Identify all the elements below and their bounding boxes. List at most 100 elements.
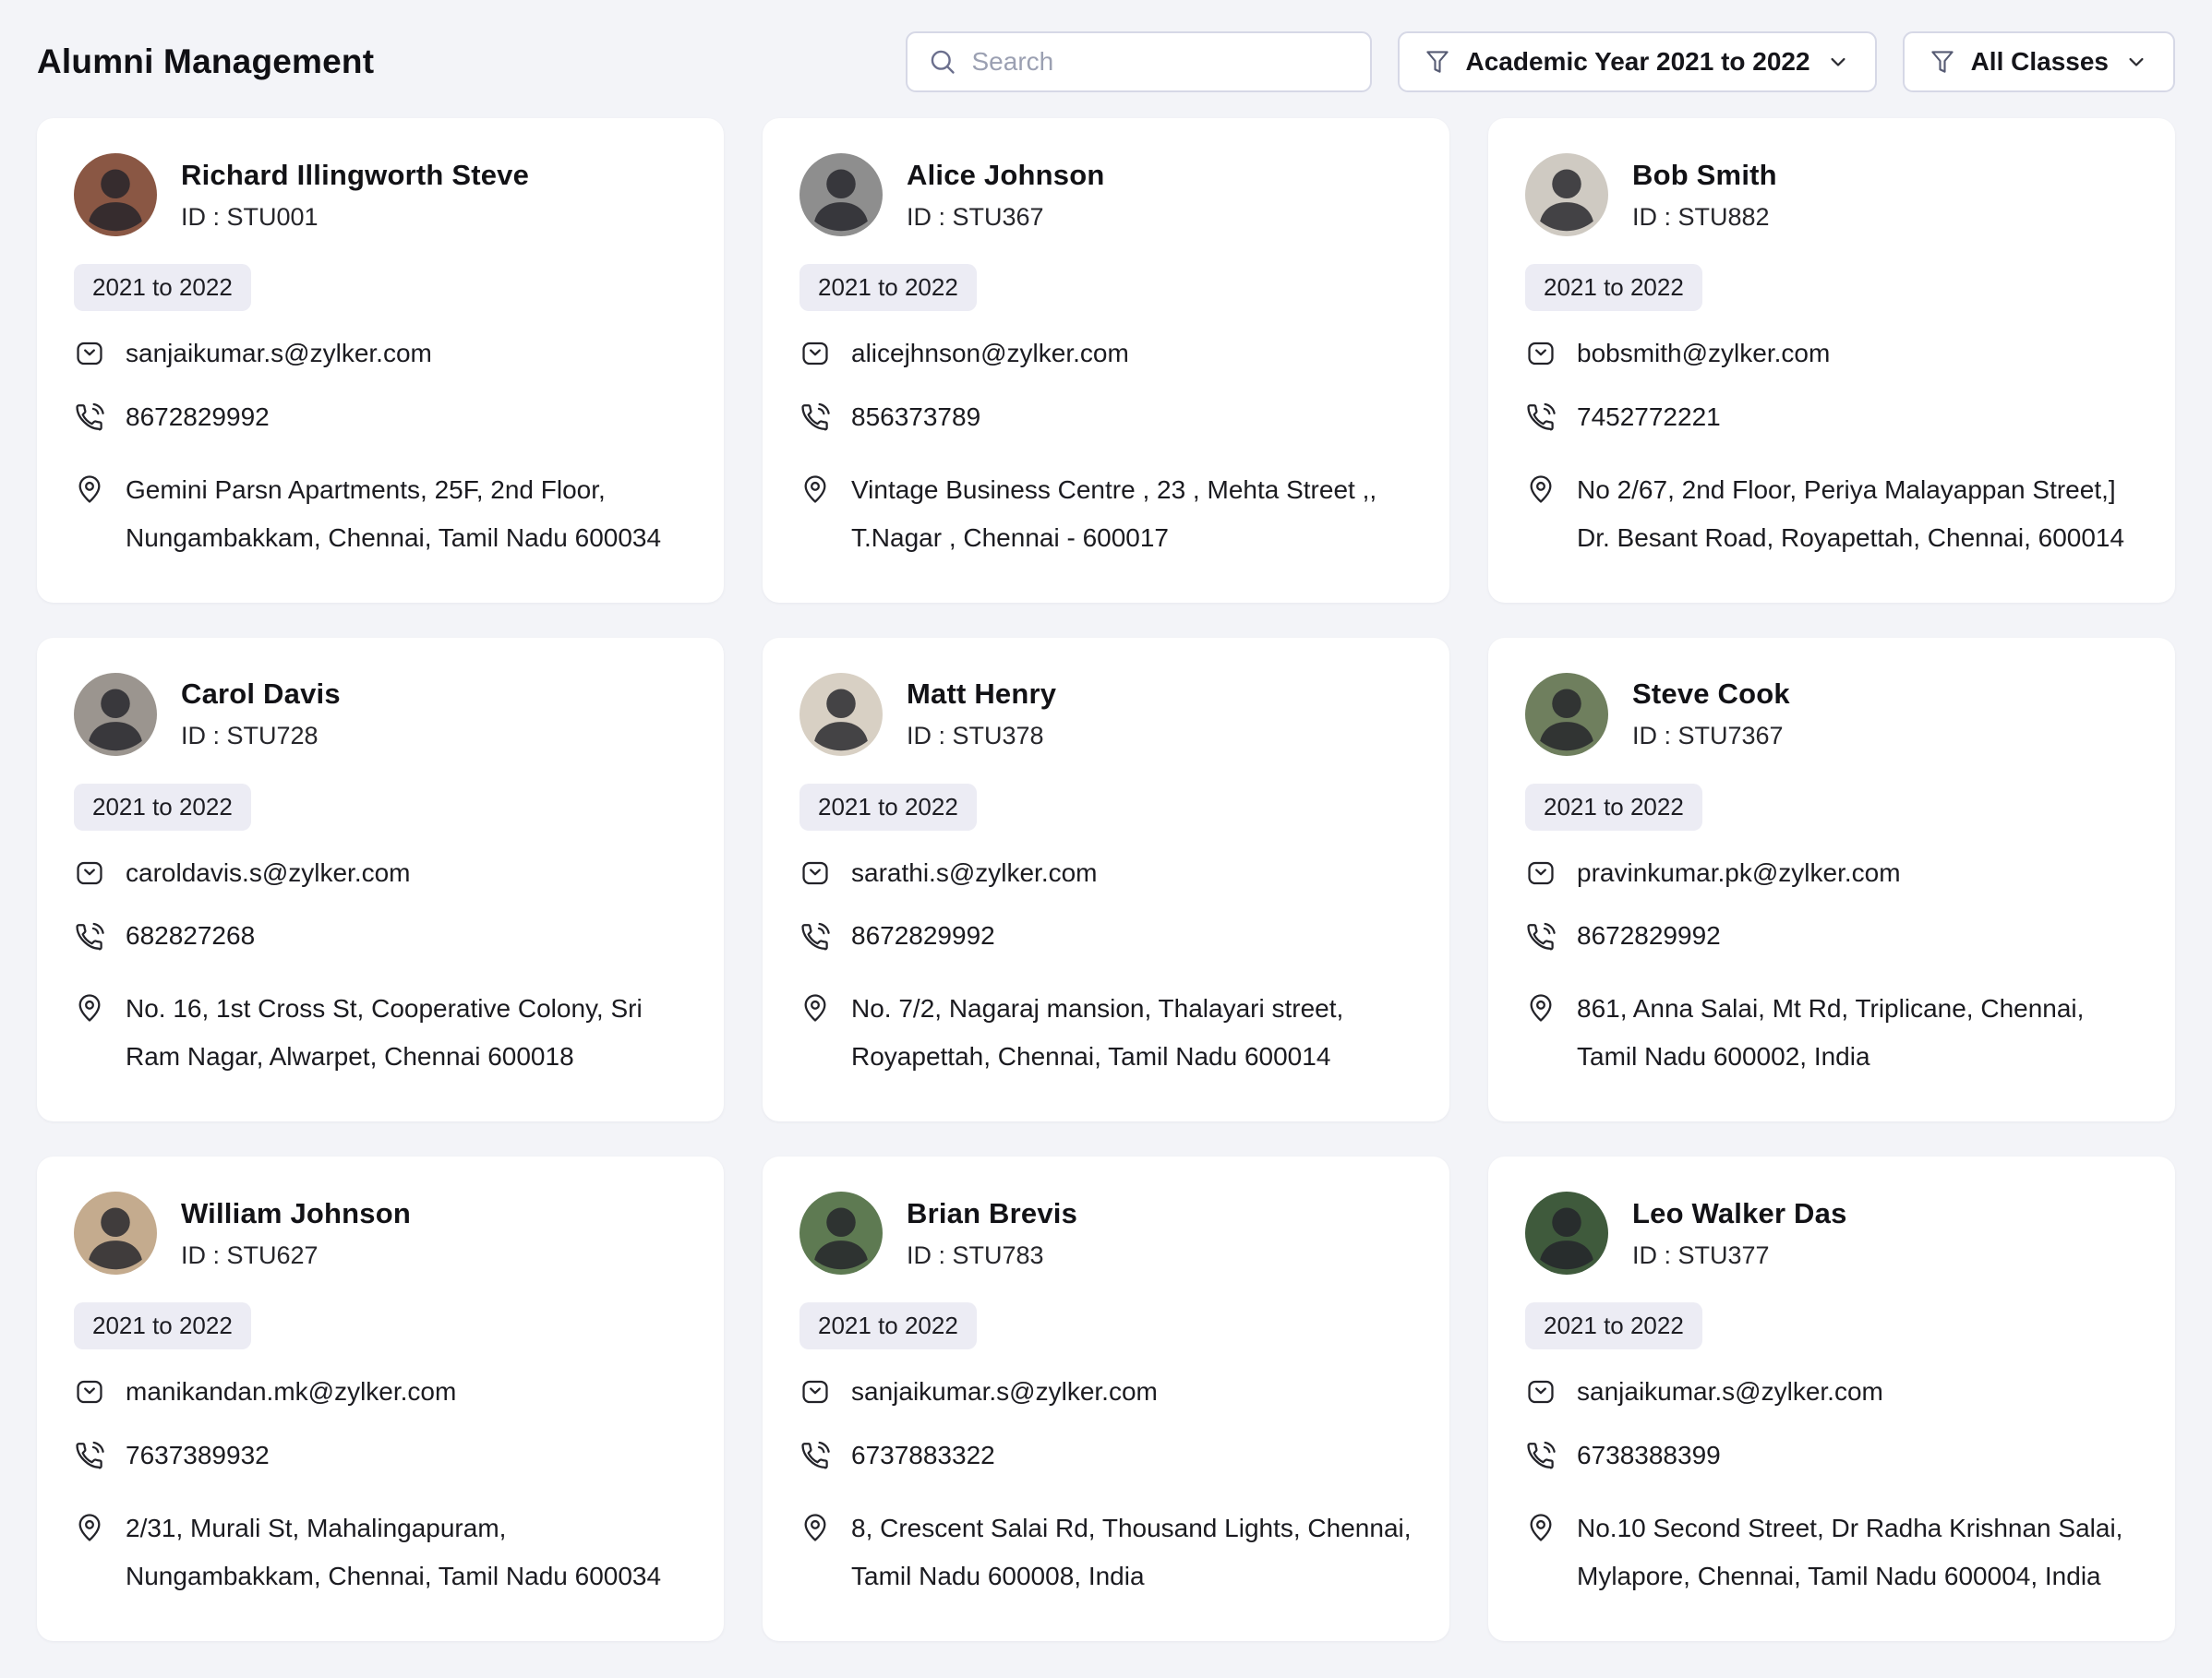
- email-text: caroldavis.s@zylker.com: [126, 857, 411, 891]
- mail-icon: [1525, 857, 1557, 889]
- person-silhouette-icon: [1525, 153, 1608, 236]
- year-badge: 2021 to 2022: [74, 264, 251, 311]
- page-header: Alumni Management Academic Year 2021 to …: [0, 0, 2212, 118]
- email-row: caroldavis.s@zylker.com: [74, 857, 687, 891]
- address-row: No.10 Second Street, Dr Radha Krishnan S…: [1525, 1504, 2138, 1600]
- phone-row: 682827268: [74, 919, 687, 953]
- phone-row: 8672829992: [1525, 919, 2138, 953]
- funnel-icon: [1929, 48, 1956, 76]
- card-head: Carol Davis ID : STU728: [74, 673, 687, 756]
- alumni-id: ID : STU001: [181, 203, 529, 232]
- alumni-name: Matt Henry: [907, 677, 1056, 711]
- address-row: No. 7/2, Nagaraj mansion, Thalayari stre…: [799, 985, 1413, 1081]
- head-text: Leo Walker Das ID : STU377: [1632, 1197, 1847, 1270]
- alumni-card[interactable]: Brian Brevis ID : STU783 2021 to 2022 sa…: [763, 1157, 1449, 1641]
- academic-year-filter[interactable]: Academic Year 2021 to 2022: [1398, 31, 1877, 92]
- email-row: manikandan.mk@zylker.com: [74, 1375, 687, 1409]
- alumni-card[interactable]: Steve Cook ID : STU7367 2021 to 2022 pra…: [1488, 638, 2175, 1122]
- address-row: Gemini Parsn Apartments, 25F, 2nd Floor,…: [74, 466, 687, 562]
- card-head: Steve Cook ID : STU7367: [1525, 673, 2138, 756]
- email-row: sarathi.s@zylker.com: [799, 857, 1413, 891]
- alumni-card[interactable]: Carol Davis ID : STU728 2021 to 2022 car…: [37, 638, 724, 1122]
- alumni-name: Brian Brevis: [907, 1197, 1077, 1230]
- phone-text: 8672829992: [126, 401, 270, 435]
- card-head: Alice Johnson ID : STU367: [799, 153, 1413, 236]
- address-text: No.10 Second Street, Dr Radha Krishnan S…: [1577, 1504, 2138, 1600]
- card-head: Brian Brevis ID : STU783: [799, 1192, 1413, 1275]
- email-text: sanjaikumar.s@zylker.com: [1577, 1375, 1883, 1409]
- location-pin-icon: [799, 992, 831, 1024]
- phone-row: 6738388399: [1525, 1439, 2138, 1473]
- classes-filter[interactable]: All Classes: [1903, 31, 2175, 92]
- year-badge: 2021 to 2022: [1525, 264, 1702, 311]
- card-head: Richard Illingworth Steve ID : STU001: [74, 153, 687, 236]
- email-row: sanjaikumar.s@zylker.com: [1525, 1375, 2138, 1409]
- location-pin-icon: [74, 1512, 105, 1543]
- chevron-down-icon: [2123, 49, 2149, 75]
- search-box[interactable]: [906, 31, 1372, 92]
- address-row: 861, Anna Salai, Mt Rd, Triplicane, Chen…: [1525, 985, 2138, 1081]
- header-controls: Academic Year 2021 to 2022 All Classes: [906, 31, 2176, 92]
- avatar: [1525, 1192, 1608, 1275]
- email-text: sanjaikumar.s@zylker.com: [126, 337, 432, 371]
- alumni-id: ID : STU378: [907, 722, 1056, 750]
- alumni-name: Alice Johnson: [907, 159, 1104, 192]
- phone-icon: [1525, 1440, 1557, 1471]
- alumni-card[interactable]: Bob Smith ID : STU882 2021 to 2022 bobsm…: [1488, 118, 2175, 603]
- head-text: Matt Henry ID : STU378: [907, 677, 1056, 750]
- year-badge: 2021 to 2022: [799, 784, 977, 831]
- phone-row: 8672829992: [799, 919, 1413, 953]
- page-title: Alumni Management: [37, 42, 374, 81]
- avatar: [799, 153, 883, 236]
- avatar: [1525, 153, 1608, 236]
- phone-icon: [74, 402, 105, 433]
- avatar: [799, 673, 883, 756]
- phone-text: 7637389932: [126, 1439, 270, 1473]
- year-badge: 2021 to 2022: [1525, 1302, 1702, 1349]
- search-input[interactable]: [972, 47, 1350, 77]
- phone-row: 7637389932: [74, 1439, 687, 1473]
- chevron-down-icon: [1825, 49, 1851, 75]
- phone-icon: [799, 402, 831, 433]
- alumni-card[interactable]: Alice Johnson ID : STU367 2021 to 2022 a…: [763, 118, 1449, 603]
- email-row: sanjaikumar.s@zylker.com: [799, 1375, 1413, 1409]
- mail-icon: [799, 338, 831, 369]
- head-text: Bob Smith ID : STU882: [1632, 159, 1777, 232]
- person-silhouette-icon: [74, 673, 157, 756]
- mail-icon: [74, 338, 105, 369]
- location-pin-icon: [74, 473, 105, 505]
- address-text: No. 7/2, Nagaraj mansion, Thalayari stre…: [851, 985, 1413, 1081]
- card-head: Leo Walker Das ID : STU377: [1525, 1192, 2138, 1275]
- location-pin-icon: [1525, 473, 1557, 505]
- email-text: sarathi.s@zylker.com: [851, 857, 1098, 891]
- alumni-card[interactable]: Leo Walker Das ID : STU377 2021 to 2022 …: [1488, 1157, 2175, 1641]
- phone-icon: [1525, 402, 1557, 433]
- head-text: Brian Brevis ID : STU783: [907, 1197, 1077, 1270]
- alumni-card[interactable]: William Johnson ID : STU627 2021 to 2022…: [37, 1157, 724, 1641]
- head-text: Carol Davis ID : STU728: [181, 677, 341, 750]
- phone-text: 7452772221: [1577, 401, 1721, 435]
- address-text: Gemini Parsn Apartments, 25F, 2nd Floor,…: [126, 466, 687, 562]
- head-text: Steve Cook ID : STU7367: [1632, 677, 1790, 750]
- address-row: 8, Crescent Salai Rd, Thousand Lights, C…: [799, 1504, 1413, 1600]
- address-row: No. 16, 1st Cross St, Cooperative Colony…: [74, 985, 687, 1081]
- email-text: alicejhnson@zylker.com: [851, 337, 1129, 371]
- head-text: Richard Illingworth Steve ID : STU001: [181, 159, 529, 232]
- address-text: No. 16, 1st Cross St, Cooperative Colony…: [126, 985, 687, 1081]
- person-silhouette-icon: [799, 153, 883, 236]
- year-badge: 2021 to 2022: [1525, 784, 1702, 831]
- alumni-id: ID : STU377: [1632, 1241, 1847, 1270]
- mail-icon: [1525, 1376, 1557, 1408]
- year-badge: 2021 to 2022: [74, 1302, 251, 1349]
- location-pin-icon: [1525, 1512, 1557, 1543]
- address-text: 2/31, Murali St, Mahalingapuram, Nungamb…: [126, 1504, 687, 1600]
- mail-icon: [799, 857, 831, 889]
- alumni-card[interactable]: Matt Henry ID : STU378 2021 to 2022 sara…: [763, 638, 1449, 1122]
- email-text: bobsmith@zylker.com: [1577, 337, 1830, 371]
- head-text: Alice Johnson ID : STU367: [907, 159, 1104, 232]
- phone-row: 7452772221: [1525, 401, 2138, 435]
- alumni-card[interactable]: Richard Illingworth Steve ID : STU001 20…: [37, 118, 724, 603]
- alumni-name: Richard Illingworth Steve: [181, 159, 529, 192]
- phone-text: 8672829992: [851, 919, 995, 953]
- location-pin-icon: [74, 992, 105, 1024]
